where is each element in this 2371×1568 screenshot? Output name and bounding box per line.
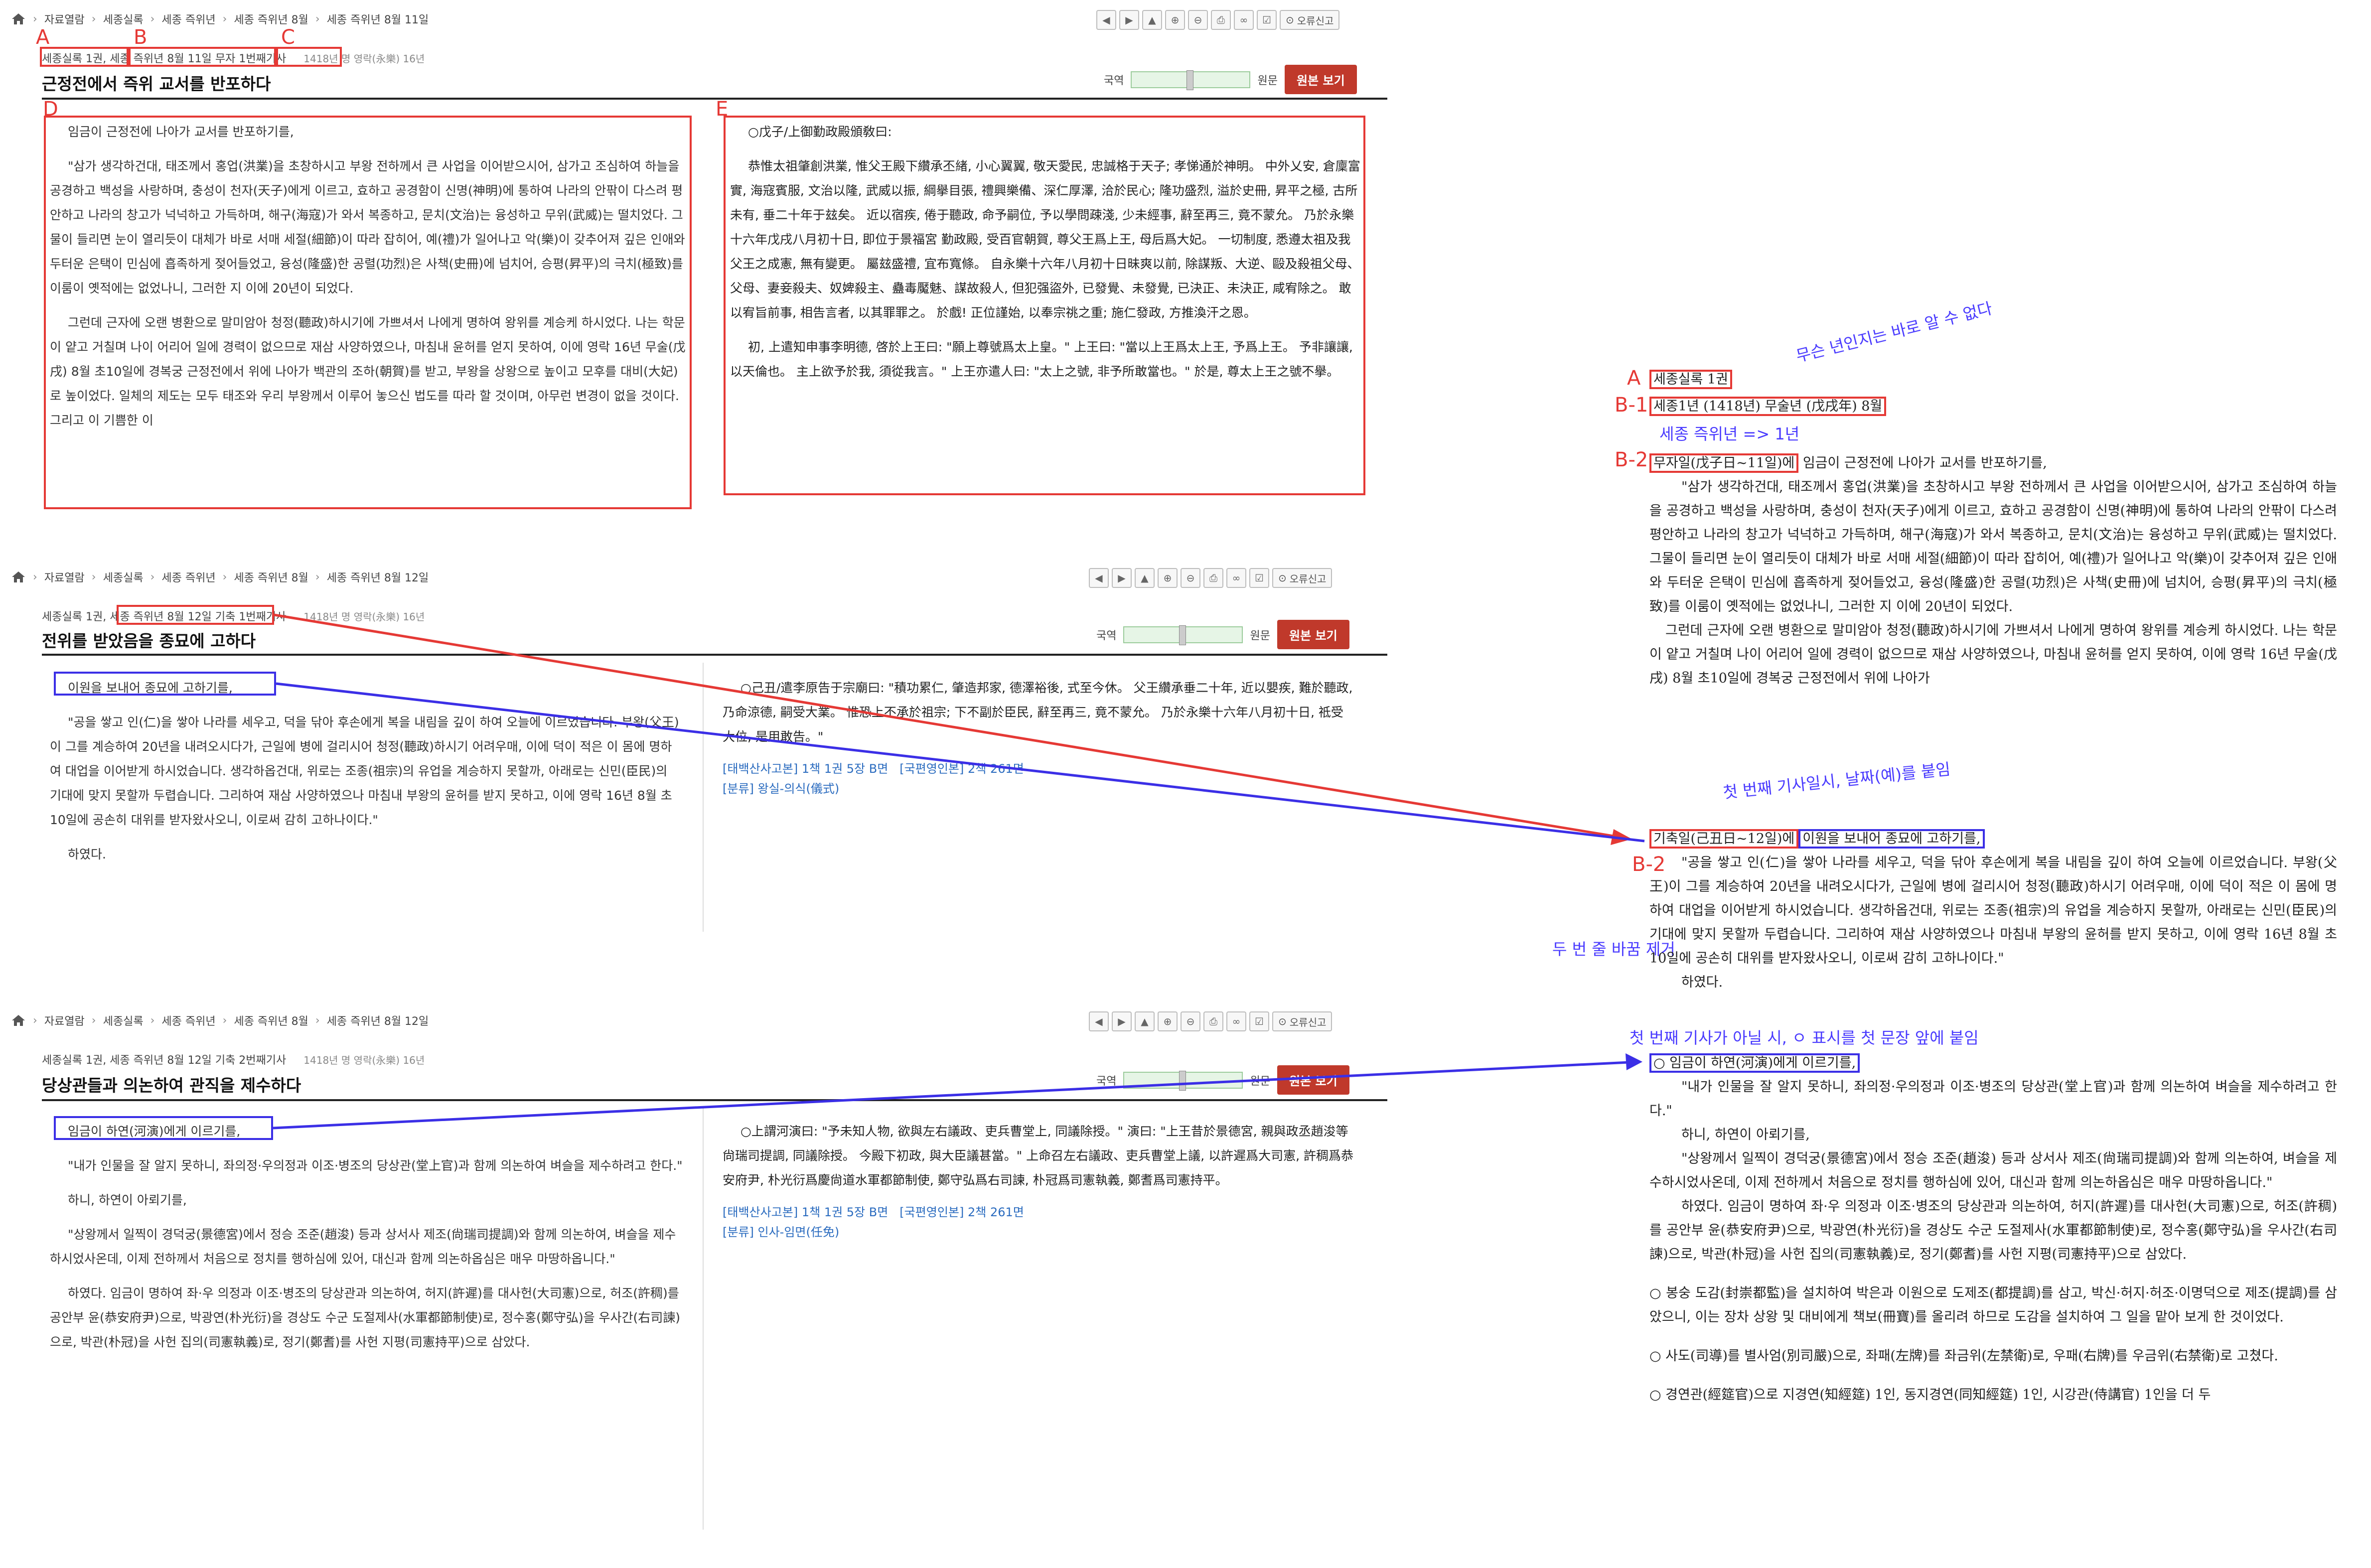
doc-volume-text: 세종실록 1권 <box>1649 370 1732 389</box>
doc-first-sentence: 임금이 근정전에 나아가 교서를 반포하기를, <box>1798 455 2047 471</box>
doc-day-tag: 무자일(戊子日~11일)에 <box>1649 453 1799 473</box>
doc-first-sentence: 이원을 보내어 종묘에 고하기를, <box>1798 829 1985 849</box>
annotation-label-b1: B-1 <box>1615 394 1648 417</box>
doc-paragraph: "상왕께서 일찍이 경덕궁(景德宮)에서 정승 조준(趙浚) 등과 상서사 제조… <box>1649 1151 2337 1190</box>
note-conversion: 세종 즉위년 => 1년 <box>1659 425 1800 443</box>
doc-paragraph: "삼가 생각하건대, 태조께서 홍업(洪業)을 초창하시고 부왕 전하께서 큰 … <box>1649 479 2337 614</box>
doc-first-line: 기축일(己丑日~12일)에 이원을 보내어 종묘에 고하기를, <box>1649 827 2337 851</box>
doc-first-line: ○ 임금이 하연(河演)에게 이르기를, <box>1649 1051 2337 1075</box>
arrow-blue-1 <box>276 682 1645 843</box>
doc-date-line: 세종1년 (1418년) 무술년 (戊戌年) 8월 <box>1649 396 1887 418</box>
annotation-label-b2: B-2 <box>1615 448 1648 471</box>
arrow-blue-2 <box>273 1061 1630 1130</box>
processed-article-3: ○ 임금이 하연(河演)에게 이르기를, "내가 인물을 잘 알지 못하니, 좌… <box>1649 1051 2337 1560</box>
doc-paragraph: ○ 봉숭 도감(封崇都監)을 설치하여 박은과 이원으로 도제조(都提調)를 삼… <box>1649 1285 2337 1325</box>
doc-paragraph: ○ 사도(司導)를 별사엄(別司嚴)으로, 좌패(左牌)를 좌금위(左禁衛)로,… <box>1649 1348 2278 1364</box>
doc-date-text: 세종1년 (1418년) 무술년 (戊戌年) 8월 <box>1649 397 1887 416</box>
arrow-red <box>274 613 1620 839</box>
doc-paragraph: "공을 쌓고 인(仁)을 쌓아 나라를 세우고, 덕을 닦아 후손에게 복을 내… <box>1649 855 2337 966</box>
doc-paragraph: ○ 경연관(經筵官)으로 지경연(知經筵) 1인, 동지경연(同知經筵) 1인,… <box>1649 1387 2211 1403</box>
truncation-fade <box>1639 708 2347 742</box>
doc-paragraph: 하였다. <box>1681 975 1723 990</box>
arrowhead-blue <box>1626 1053 1642 1070</box>
annotation-label-a2: A <box>1627 367 1641 390</box>
doc-paragraph: 그런데 근자에 오랜 병환으로 말미암아 청정(聽政)하시기에 가쁘셔서 나에게… <box>1649 623 2337 686</box>
doc-volume: 세종실록 1권 <box>1649 369 1732 391</box>
processed-article-2: 기축일(己丑日~12일)에 이원을 보내어 종묘에 고하기를, "공을 쌓고 인(… <box>1649 827 2337 1026</box>
doc-paragraph: "내가 인물을 잘 알지 못하니, 좌의정·우의정과 이조·병조의 당상관(堂上… <box>1649 1079 2337 1119</box>
note-circle-mark: 첫 번째 기사가 아닐 시, ㅇ 표시를 첫 문장 앞에 붙임 <box>1630 1028 1979 1047</box>
processed-article-1: 무자일(戊子日~11일)에 임금이 근정전에 나아가 교서를 반포하기를, "삼… <box>1649 451 2337 740</box>
doc-first-sentence: ○ 임금이 하연(河演)에게 이르기를, <box>1649 1053 1860 1073</box>
doc-paragraph: 하였다. 임금이 명하여 좌·우 의정과 이조·병조의 당상관과 의논하여, 허… <box>1649 1199 2337 1262</box>
doc-first-line: 무자일(戊子日~11일)에 임금이 근정전에 나아가 교서를 반포하기를, <box>1649 451 2337 475</box>
doc-day-tag: 기축일(己丑日~12일)에 <box>1649 829 1799 849</box>
doc-paragraph: 하니, 하연이 아뢰기를, <box>1681 1127 1810 1142</box>
